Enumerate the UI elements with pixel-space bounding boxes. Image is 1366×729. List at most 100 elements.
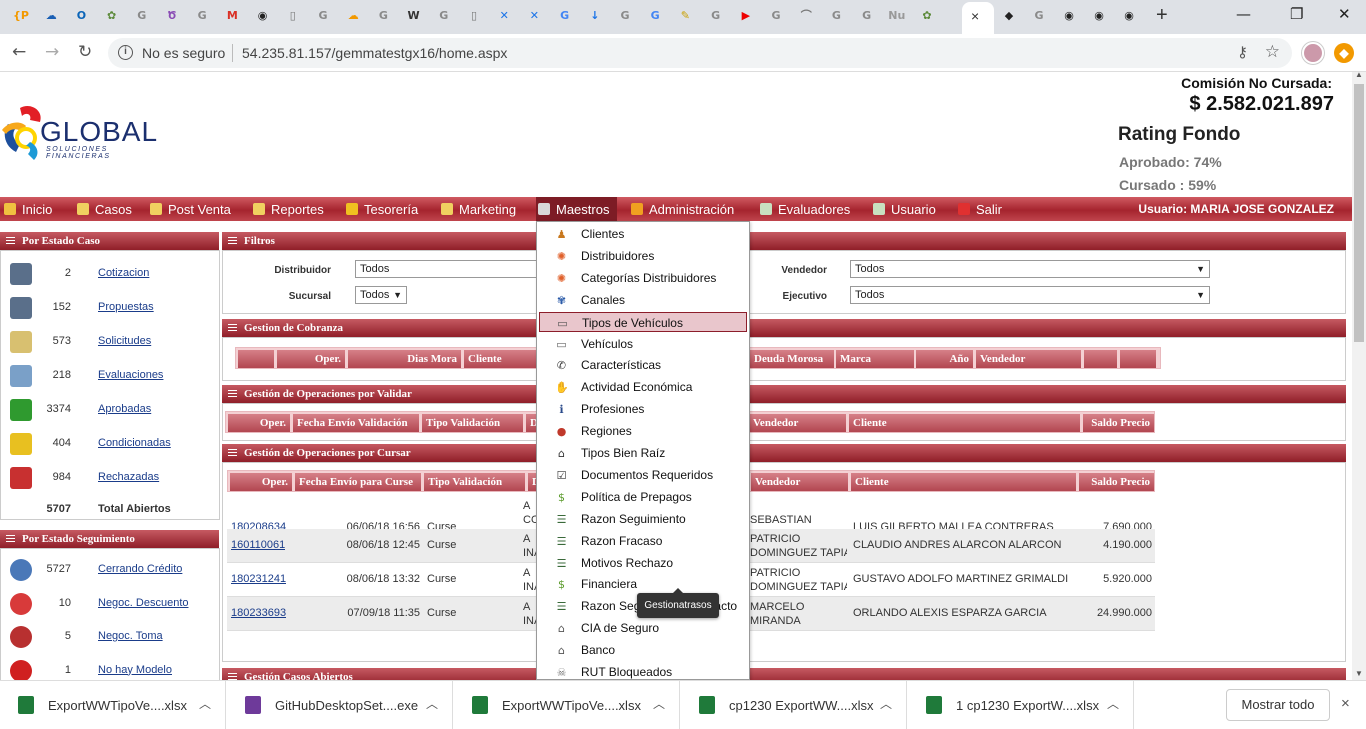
grid-header-cell[interactable]: Deuda Morosa — [750, 350, 834, 368]
chevron-up-icon[interactable]: ︿ — [426, 695, 438, 712]
maestros-item-categor-as-distribuidores[interactable]: ✺ Categorías Distribuidores — [539, 268, 747, 288]
maestros-item-cia-de-seguro[interactable]: ⌂ CIA de Seguro — [539, 618, 747, 638]
global-logo[interactable]: GLOBAL SOLUCIONES FINANCIERAS — [0, 102, 175, 166]
tab-nu-icon[interactable]: Nu — [888, 7, 906, 25]
tab-outlook-icon[interactable]: O — [72, 7, 90, 25]
close-downloads-icon[interactable]: × — [1341, 695, 1350, 712]
maestros-item-regiones[interactable]: ● Regiones — [539, 421, 747, 441]
oper-link[interactable]: 180231241 — [231, 573, 286, 585]
scroll-down-icon[interactable]: ▼ — [1355, 669, 1363, 678]
tab-google-icon[interactable]: G — [858, 7, 876, 25]
maestros-item-documentos-requeridos[interactable]: ☑ Documentos Requeridos — [539, 465, 747, 485]
key-icon[interactable]: ⚷ — [1237, 43, 1248, 61]
tab-purple-icon[interactable]: Ծ — [163, 7, 181, 25]
tab-google-icon[interactable]: G — [1030, 7, 1048, 25]
grid-header-cell[interactable] — [1084, 350, 1117, 368]
estado-row[interactable]: 404 Condicionadas — [1, 427, 219, 461]
oper-link[interactable]: 160110061 — [231, 539, 285, 551]
maestros-item-tipos-de-veh-culos[interactable]: ▭ Tipos de Vehículos — [539, 311, 747, 332]
maestros-item-clientes[interactable]: ♟ Clientes — [539, 224, 747, 244]
tab-wikipedia-icon[interactable]: W — [405, 7, 423, 25]
maestros-item-razon-fracaso[interactable]: ☰ Razon Fracaso — [539, 531, 747, 551]
address-bar[interactable]: i No es seguro 54.235.81.157/gemmatestgx… — [108, 38, 1292, 68]
maestros-item-financiera[interactable]: $ Financiera — [539, 574, 747, 594]
grid-header-cell[interactable] — [1120, 350, 1156, 368]
tab-youtube-icon[interactable]: ▶ — [737, 7, 755, 25]
tab-google-icon[interactable]: G — [616, 7, 634, 25]
tab-google-icon[interactable]: G — [435, 7, 453, 25]
maestros-item-distribuidores[interactable]: ✺ Distribuidores — [539, 246, 747, 266]
maestros-item-profesiones[interactable]: ℹ Profesiones — [539, 399, 747, 419]
estado-row[interactable]: 984 Rechazadas — [1, 461, 219, 495]
estado-link[interactable]: Propuestas — [98, 301, 154, 313]
seguimiento-link[interactable]: No hay Modelo — [98, 664, 172, 676]
grid-header-cell[interactable]: Cliente — [849, 414, 1080, 432]
scroll-up-icon[interactable]: ▲ — [1355, 70, 1363, 79]
maestros-item-razon-seguimiento[interactable]: ☰ Razon Seguimiento — [539, 509, 747, 529]
grid-header-cell[interactable]: Fecha Envío para Curse — [295, 473, 421, 491]
chevron-up-icon[interactable]: ︿ — [653, 695, 665, 712]
download-item[interactable]: cp1230 ExportWW....xlsx ︿ — [681, 681, 907, 729]
seguimiento-row[interactable]: 1 No hay Modelo — [1, 654, 219, 680]
maestros-item-tipos-bien-ra-z[interactable]: ⌂ Tipos Bien Raíz — [539, 443, 747, 463]
site-info-icon[interactable]: i — [118, 45, 133, 60]
grid-header-cell[interactable]: Marca — [836, 350, 914, 368]
minimize-window-icon[interactable]: — — [1236, 5, 1251, 23]
url-text[interactable]: 54.235.81.157/gemmatestgx16/home.aspx — [242, 45, 507, 61]
estado-link[interactable]: Aprobadas — [98, 403, 151, 415]
page-scrollbar[interactable]: ▲ ▼ — [1352, 70, 1366, 680]
close-window-icon[interactable]: ✕ — [1338, 5, 1351, 23]
tab-github-icon[interactable]: ◉ — [254, 7, 272, 25]
grid-header-cell[interactable]: Dias Mora — [348, 350, 461, 368]
tab-extension-icon[interactable]: ✿ — [918, 7, 936, 25]
estado-row[interactable]: 152 Propuestas — [1, 291, 219, 325]
estado-link[interactable]: Solicitudes — [98, 335, 151, 347]
distribuidor-select[interactable]: Todos — [355, 260, 539, 278]
scrollbar-thumb[interactable] — [1354, 84, 1364, 342]
maestros-item-caracter-sticas[interactable]: ✆ Características — [539, 355, 747, 375]
tab-translate-icon[interactable]: G — [646, 7, 664, 25]
estado-row[interactable]: 218 Evaluaciones — [1, 359, 219, 393]
download-item[interactable]: ExportWWTipoVe....xlsx ︿ — [0, 681, 226, 729]
seguimiento-link[interactable]: Negoc. Descuento — [98, 597, 189, 609]
new-tab-button[interactable]: + — [1156, 4, 1168, 27]
menu-marketing[interactable]: Marketing — [441, 197, 524, 221]
grid-header-cell[interactable]: Fecha Envío Validación — [293, 414, 419, 432]
tab-github-icon[interactable]: ◉ — [1060, 7, 1078, 25]
vendedor-select[interactable]: Todos ▼ — [850, 260, 1210, 278]
profile-avatar[interactable] — [1302, 42, 1324, 64]
tab-google-icon[interactable]: G — [133, 7, 151, 25]
grid-header-cell[interactable]: Vendedor — [976, 350, 1081, 368]
close-tab-icon[interactable]: × — [971, 8, 979, 24]
tab-cloud-icon[interactable]: ☁ — [42, 7, 60, 25]
grid-header-cell[interactable]: Saldo Precio — [1079, 473, 1154, 491]
tab-github-icon[interactable]: ◉ — [1120, 7, 1138, 25]
tab-google-icon[interactable]: G — [314, 7, 332, 25]
tab-gmail-icon[interactable]: M — [223, 7, 241, 25]
restore-window-icon[interactable]: ❐ — [1290, 5, 1303, 23]
back-icon[interactable]: ← — [12, 42, 26, 62]
seguimiento-row[interactable]: 10 Negoc. Descuento — [1, 587, 219, 621]
seguimiento-link[interactable]: Negoc. Toma — [98, 630, 163, 642]
menu-usuario[interactable]: Usuario — [873, 197, 944, 221]
grid-header-cell[interactable]: Cliente — [851, 473, 1076, 491]
grid-header-cell[interactable]: Tipo Validación — [424, 473, 525, 491]
show-all-downloads-button[interactable]: Mostrar todo — [1226, 689, 1330, 721]
estado-row[interactable]: 3374 Aprobadas — [1, 393, 219, 427]
grid-header-cell[interactable]: Oper. — [277, 350, 345, 368]
tab-confluence-icon[interactable]: ✕ — [525, 7, 543, 25]
menu-tesorera[interactable]: Tesorería — [346, 197, 426, 221]
menu-maestros[interactable]: Maestros — [536, 197, 618, 221]
tab-doc-icon[interactable]: ▯ — [465, 7, 483, 25]
tab-google-icon[interactable]: G — [707, 7, 725, 25]
tab-orange-cloud-icon[interactable]: ☁ — [344, 7, 362, 25]
menu-salir[interactable]: Salir — [958, 197, 1010, 221]
maestros-item-actividad-econ-mica[interactable]: ✋ Actividad Económica — [539, 377, 747, 397]
tab-p-icon[interactable]: {P — [12, 7, 30, 25]
tab-diamond-icon[interactable]: ◆ — [1000, 7, 1018, 25]
maestros-item-pol-tica-de-prepagos[interactable]: $ Política de Prepagos — [539, 487, 747, 507]
estado-link[interactable]: Cotizacion — [98, 267, 149, 279]
grid-header-cell[interactable]: Vendedor — [751, 473, 848, 491]
seguimiento-link[interactable]: Cerrando Crédito — [98, 563, 182, 575]
maestros-item-rut-bloqueados[interactable]: ☠ RUT Bloqueados — [539, 662, 747, 679]
